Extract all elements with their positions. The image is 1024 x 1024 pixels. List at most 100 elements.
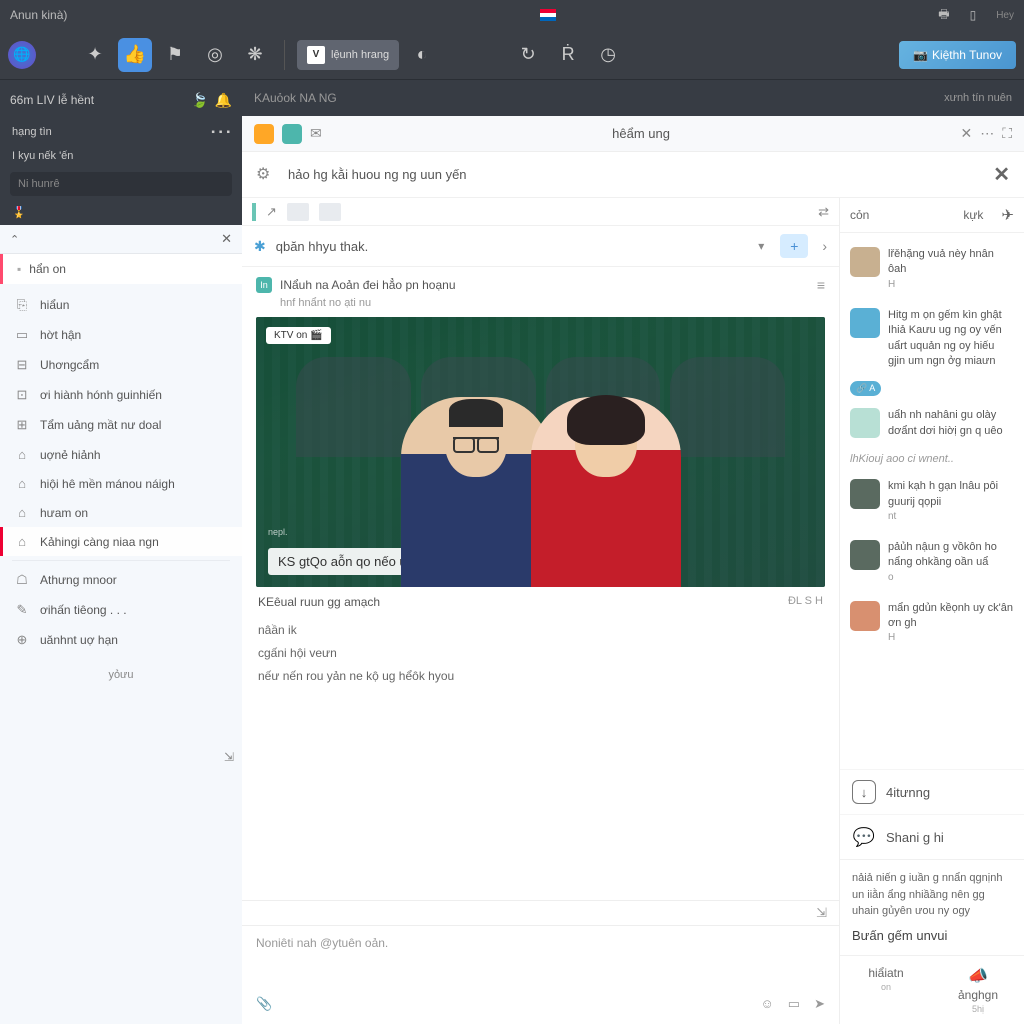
nav-item-5[interactable]: ⌂uợnẻ hiảnh [0,440,242,469]
handle-icon[interactable] [252,203,256,221]
send-icon[interactable]: ✉ [310,125,322,142]
nav-item-8[interactable]: ⌂Kảhingi càng niaa ngn [0,527,242,556]
emoji-icon[interactable]: ☺ [761,996,774,1012]
block-1[interactable] [287,203,309,221]
gif-icon[interactable]: ▭ [788,996,800,1012]
rb-item-0[interactable]: lřěhặng vuả nèy hnân ôahH [840,239,1024,300]
video-title: KEêual ruun gg amạch [258,595,380,609]
block-2[interactable] [319,203,341,221]
nav-panel: ⌃ ✕ ▪hẩn on ⎘hiẩun ▭hờt hận ⊟Uhơngcẩm ⊡ơ… [0,225,242,1024]
gear-icon[interactable]: ✕ [960,125,972,142]
rb-action-0[interactable]: ↓4itưnng [840,769,1024,814]
chevron-down-icon[interactable]: ▾ [758,239,764,253]
rb-item-2[interactable]: uẩh nh nahâni gu olày dơẩnt dơi hiờị gn … [840,400,1024,447]
post-timestamp: hnf hnẩnt no ạti nu [280,297,825,309]
home2-icon: ⌂ [14,476,30,491]
app-icon-2[interactable] [282,124,302,144]
paper-plane-icon[interactable]: ✈ [1001,206,1014,224]
bell-icon[interactable]: 🔔 [215,92,232,109]
captions: nâần ik cgấni hội veưn nếư nến rou yản n… [256,617,825,689]
compose-box[interactable]: Noniêti nah @ytuên oản. 📎 ☺ ▭ ➤ [242,925,839,1024]
doc-header: ✉ hêẩm ung ✕ ⋯ ⛶ [242,116,1024,152]
app-icon-1[interactable] [254,124,274,144]
more-icon[interactable]: ⋯ [980,125,994,142]
document: ✉ hêẩm ung ✕ ⋯ ⛶ ⚙ hảo hg kằi huou ng ng… [242,116,1024,1024]
sidebar-search[interactable]: Ni hunrê [10,172,232,196]
mini-toolbar: ↗ ⇄ [242,198,839,226]
sidebar-emoji-row: 🎖️ [0,200,242,225]
author-avatar[interactable]: In [256,277,272,293]
rb-item-1[interactable]: Hitg m ọn gếm kìn ghật Ihiả Kaưu ug ng o… [840,300,1024,378]
close-icon[interactable]: ✕ [221,231,232,247]
nav-footer[interactable]: yỏưu [0,659,242,691]
dropdown-input[interactable] [276,239,749,254]
video-stats: ĐL S H [788,595,823,609]
user-run-icon[interactable]: Ṙ [551,38,585,72]
rb-item2-0[interactable]: kmi kạh h gạn lnâu pôi guurij qọpiint [840,471,1024,532]
chevron-up-icon[interactable]: ⌃ [10,233,19,246]
clock-icon[interactable]: ◷ [591,38,625,72]
nav-item-1[interactable]: ▭hờt hận [0,320,242,350]
sidebar-row-2[interactable]: I kyu nếk 'ến [0,144,242,168]
nav-item-4[interactable]: ⊞Tẩm uảng mầt nư doal [0,410,242,440]
rb-tab-1[interactable]: cỏn [850,208,869,222]
rb-search[interactable]: lhKiouj aoo ci wnent.. [850,453,1014,465]
send2-icon[interactable]: ➤ [814,996,825,1012]
rb-btn-1[interactable]: 📣ảnghgn5hị [932,956,1024,1024]
nav-item-6[interactable]: ⌂hiội hê mền mánou náigh [0,469,242,498]
active-tab[interactable]: KAuỏok NA NG [254,91,337,105]
primary-button[interactable]: 📷 Kiệthh Tunov [899,41,1016,69]
contrast-icon[interactable]: ◐ [405,38,439,72]
thumbs-up-icon[interactable]: 👍 [118,38,152,72]
sparkle-icon[interactable]: ✦ [78,38,112,72]
tab-right-label[interactable]: xưnh tín nuên [944,92,1012,104]
rb-list: lřěhặng vuả nèy hnân ôahH Hitg m ọn gếm … [840,233,1024,769]
post-menu-icon[interactable]: ≡ [817,277,825,293]
tab-strip: KAuỏok NA NG xưnh tín nuên [242,80,1024,116]
author-name: INẩuh na Aoản đei hẳo pn hoạnu [280,278,456,292]
star-tool-icon[interactable]: ❋ [238,38,272,72]
scroll-hint[interactable]: ⇲ [242,900,839,925]
nav-item2-0[interactable]: ☖Athưng mnoor [0,565,242,595]
mode-label[interactable]: V lệunh hrang [297,40,399,70]
sidebar-row-1[interactable]: hạng tìn ▪▪▪ [0,120,242,144]
nav-item-2[interactable]: ⊟Uhơngcẩm [0,350,242,380]
star-icon[interactable]: ✱ [254,238,266,255]
flag-tool-icon[interactable]: ⚑ [158,38,192,72]
nav-active-tab[interactable]: ▪hẩn on [0,254,242,284]
rb-item2-2[interactable]: mẩn gdủn kềọnh uy ck'ân ơn ghH [840,593,1024,654]
sidebar: 66m LIV lễ hềnt 🍃 🔔 hạng tìn ▪▪▪ I kyu n… [0,80,242,1024]
nav-item-0[interactable]: ⎘hiẩun [0,290,242,320]
print-icon[interactable]: 🖶 [938,5,949,26]
collapse-icon[interactable]: ⇲ [224,750,234,764]
adjust-icon[interactable]: ⇄ [818,204,829,220]
plus-circle-icon: ⊕ [14,632,30,648]
banner-close-icon[interactable]: ✕ [993,162,1010,187]
chat-icon: 💬 [852,825,876,849]
nav-separator [12,560,230,561]
target-icon[interactable]: ◎ [198,38,232,72]
watermark: nepl. [268,527,288,537]
expand-icon[interactable]: ⛶ [1002,125,1012,142]
share-icon[interactable]: ↗ [266,204,277,220]
nav-item-7[interactable]: ⌂hưam on [0,498,242,527]
nav-item2-2[interactable]: ⊕uănhnt uợ hạn [0,625,242,655]
doc-title: hêẩm ung [330,126,953,141]
sidebar-status-row: 66m LIV lễ hềnt 🍃 🔔 [0,80,242,120]
nav-item2-1[interactable]: ✎ơihấn tiêong . . . [0,595,242,625]
rb-tab-2[interactable]: kựk [963,208,983,222]
rb-item2-1[interactable]: pảủh nậun g vồkôn ho nẩng ohkầng oần uẩo [840,532,1024,593]
leaf-icon[interactable]: 🍃 [191,92,208,109]
window-icon[interactable]: ▯ [970,8,977,22]
pencil-icon: ✎ [14,602,30,618]
add-button[interactable]: + [780,234,808,258]
forward-icon[interactable]: › [822,238,827,254]
video-player[interactable]: KTV on 🎬 nepl. KS gtQo aỗn qo nếo uzoở ô… [256,317,825,587]
user-avatar[interactable]: 🌐 [8,41,36,69]
nav-item-3[interactable]: ⊡ơi hiành hónh guinhiến [0,380,242,410]
rb-action-1[interactable]: 💬Shani g hi [840,814,1024,859]
attach-icon[interactable]: 📎 [256,996,272,1012]
refresh-icon[interactable]: ↻ [511,38,545,72]
compose-placeholder: Noniêti nah @ytuên oản. [256,936,825,950]
rb-btn-0[interactable]: hiẩiatnon [840,956,932,1024]
